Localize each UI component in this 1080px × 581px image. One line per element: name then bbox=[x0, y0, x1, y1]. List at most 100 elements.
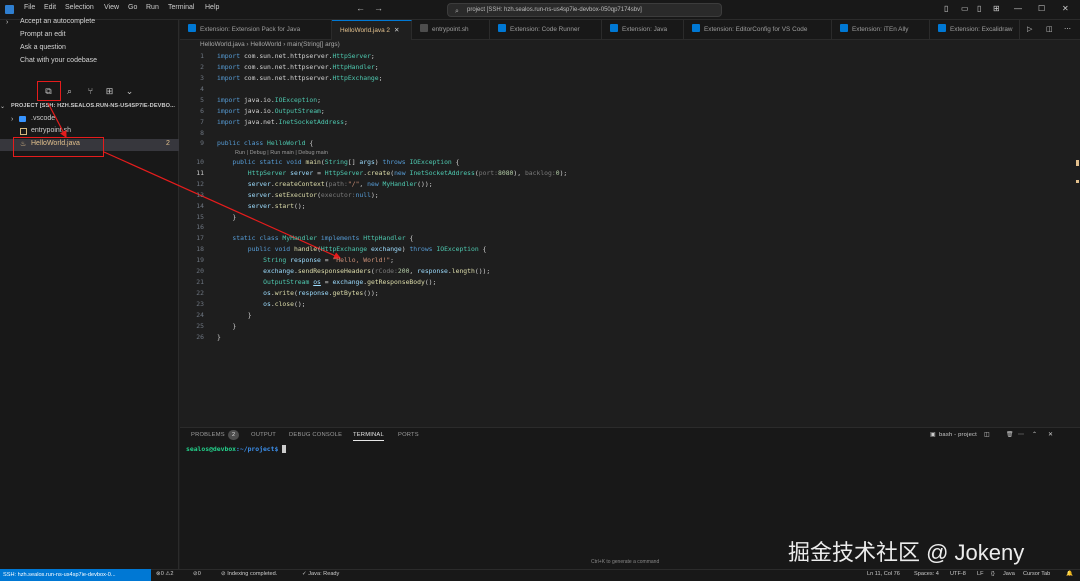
breadcrumb-file[interactable]: HelloWorld.java bbox=[200, 41, 245, 48]
java-status-label: Java: Ready bbox=[308, 571, 340, 577]
ports-count: 0 bbox=[197, 571, 201, 577]
generate-command-hint: Ctrl+K to generate a command bbox=[591, 559, 660, 565]
line-number: 10 bbox=[196, 158, 204, 166]
cursor-tab-status[interactable]: Cursor Tab bbox=[1023, 571, 1050, 577]
run-icon[interactable]: ▷ bbox=[1027, 25, 1032, 33]
indexing-status[interactable]: ⊘ Indexing completed. bbox=[221, 571, 277, 577]
tab-label: Extension: EditorConfig for VS Code bbox=[704, 26, 808, 33]
trash-icon[interactable]: 🗑 bbox=[1006, 432, 1014, 438]
maximize-panel-icon[interactable]: ⌃ bbox=[1032, 432, 1037, 438]
error-count: 0 bbox=[160, 571, 164, 577]
extension-icon bbox=[938, 24, 946, 32]
ports-indicator[interactable]: ⊘0 bbox=[193, 571, 201, 577]
language-mode[interactable]: Java bbox=[1003, 571, 1015, 577]
errors-indicator[interactable]: ⊗0 ⚠2 bbox=[156, 571, 174, 577]
indentation[interactable]: Spaces: 4 bbox=[914, 571, 939, 577]
more-actions-icon[interactable]: ⋯ bbox=[1018, 432, 1024, 438]
tab-i18n-ally[interactable]: Extension: iTEn Ally bbox=[832, 20, 930, 40]
code-lens[interactable]: Run | Debug | Run main | Debug main bbox=[235, 150, 328, 156]
line-number: 22 bbox=[196, 289, 204, 297]
code-line: server.setExecutor(executor:null); bbox=[247, 191, 379, 199]
extension-icon bbox=[692, 24, 700, 32]
terminal-cursor: _ bbox=[282, 445, 287, 453]
terminal-output[interactable]: sealos@devbox:~/project$ _ bbox=[186, 445, 287, 453]
tab-label: Extension: Extension Pack for Java bbox=[200, 26, 301, 33]
prompt-user: sealos@devbox bbox=[186, 445, 237, 453]
code-line: import com.sun.net.httpserver.HttpHandle… bbox=[217, 63, 379, 71]
code-line: OutputStream os = exchange.getResponseBo… bbox=[263, 278, 437, 286]
tab-code-runner[interactable]: Extension: Code Runner bbox=[490, 20, 602, 40]
code-line: } bbox=[217, 333, 221, 341]
extension-icon bbox=[840, 24, 848, 32]
code-line: import java.net.InetSocketAddress; bbox=[217, 118, 348, 126]
indexing-label: Indexing completed. bbox=[227, 571, 278, 577]
breadcrumb: HelloWorld.java › HelloWorld › main(Stri… bbox=[200, 41, 340, 48]
more-actions-icon[interactable]: ⋯ bbox=[1064, 25, 1071, 33]
line-number: 5 bbox=[200, 96, 204, 104]
code-line: server.start(); bbox=[247, 202, 306, 210]
scrollbar-marker bbox=[1076, 160, 1079, 166]
code-line: public static void main(String[] args) t… bbox=[232, 158, 460, 166]
line-number: 12 bbox=[196, 180, 204, 188]
terminal-icon: ▣ bbox=[930, 432, 936, 438]
encoding[interactable]: UTF-8 bbox=[950, 571, 966, 577]
line-number: 2 bbox=[200, 63, 204, 71]
extension-icon bbox=[188, 24, 196, 32]
close-panel-icon[interactable]: ✕ bbox=[1048, 432, 1053, 438]
code-line: } bbox=[217, 322, 237, 330]
tab-extension-java[interactable]: Extension: Java bbox=[602, 20, 684, 40]
line-number: 19 bbox=[196, 256, 204, 264]
tab-label: Extension: Code Runner bbox=[510, 26, 580, 33]
split-terminal-icon[interactable]: ◫ bbox=[984, 432, 990, 438]
line-number: 7 bbox=[200, 118, 204, 126]
tab-label: Extension: Excalidraw bbox=[950, 26, 1013, 33]
panel-tab-terminal[interactable]: TERMINAL bbox=[353, 432, 384, 441]
panel-tab-output[interactable]: OUTPUT bbox=[251, 432, 276, 438]
code-line: import com.sun.net.httpserver.HttpExchan… bbox=[217, 74, 383, 82]
tab-label: entrypoint.sh bbox=[432, 26, 469, 33]
line-ending[interactable]: LF bbox=[977, 571, 984, 577]
cursor-position[interactable]: Ln 11, Col 76 bbox=[867, 571, 900, 577]
line-number: 6 bbox=[200, 107, 204, 115]
panel-tab-ports[interactable]: PORTS bbox=[398, 432, 419, 438]
split-editor-icon[interactable]: ◫ bbox=[1046, 25, 1053, 33]
remote-indicator[interactable]: SSH: hzh.sealos.run-ns-us4sp7ie-devbox-0… bbox=[0, 569, 151, 581]
code-line: public class HelloWorld { bbox=[217, 139, 314, 147]
panel-tab-problems[interactable]: PROBLEMS bbox=[191, 432, 225, 438]
code-line: static class MyHandler implements HttpHa… bbox=[232, 234, 414, 242]
line-number: 17 bbox=[196, 234, 204, 242]
prompt-path: :~/project$ bbox=[236, 445, 279, 453]
breadcrumb-method[interactable]: main(String[] args) bbox=[287, 41, 340, 48]
code-line: server.createContext(path:"/", new MyHan… bbox=[247, 180, 433, 188]
notifications-icon[interactable]: 🔔 bbox=[1066, 571, 1073, 577]
breadcrumb-class[interactable]: HelloWorld bbox=[250, 41, 281, 48]
code-line: import java.io.OutputStream; bbox=[217, 107, 325, 115]
code-line: } bbox=[217, 311, 252, 319]
code-line: HttpServer server = HttpServer.create(ne… bbox=[247, 169, 568, 177]
line-number: 20 bbox=[196, 267, 204, 275]
tab-label: Extension: Java bbox=[622, 26, 668, 33]
line-number: 24 bbox=[196, 311, 204, 319]
line-number: 13 bbox=[196, 191, 204, 199]
tab-editorconfig[interactable]: Extension: EditorConfig for VS Code bbox=[684, 20, 832, 40]
extension-icon bbox=[498, 24, 506, 32]
tab-excalidraw[interactable]: Extension: Excalidraw bbox=[930, 20, 1020, 40]
code-line: public void handle(HttpExchange exchange… bbox=[247, 245, 487, 253]
line-number: 18 bbox=[196, 245, 204, 253]
tab-label: HelloWorld.java 2 bbox=[340, 27, 390, 34]
java-status[interactable]: ✓ Java: Ready bbox=[302, 571, 339, 577]
tab-extension-pack-java[interactable]: Extension: Extension Pack for Java bbox=[180, 20, 332, 40]
code-line: String response = "Hello, World!"; bbox=[263, 256, 395, 264]
panel-tab-debug-console[interactable]: DEBUG CONSOLE bbox=[289, 432, 342, 438]
line-number: 8 bbox=[200, 129, 204, 137]
tab-entrypoint[interactable]: entrypoint.sh bbox=[412, 20, 490, 40]
tab-helloworld[interactable]: HelloWorld.java 2 ✕ bbox=[332, 20, 412, 40]
line-number: 15 bbox=[196, 213, 204, 221]
watermark: 掘金技术社区 @ Jokeny bbox=[788, 540, 1025, 565]
close-icon[interactable]: ✕ bbox=[394, 27, 399, 34]
code-line: import java.io.IOException; bbox=[217, 96, 321, 104]
code-line: } bbox=[217, 213, 237, 221]
line-number: 23 bbox=[196, 300, 204, 308]
terminal-instance-label[interactable]: bash - project bbox=[939, 432, 977, 438]
arrow-to-file bbox=[47, 102, 67, 139]
